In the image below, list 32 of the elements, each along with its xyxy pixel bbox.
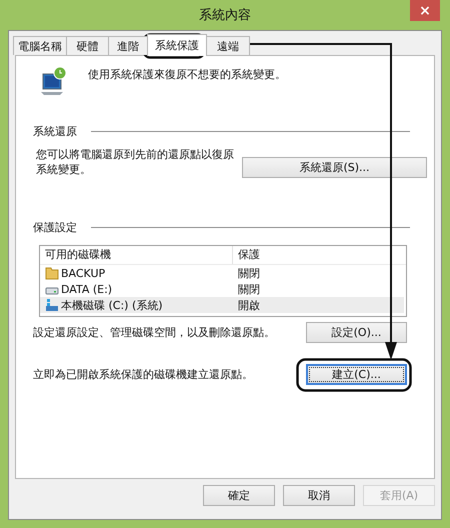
dialog-button[interactable]: 取消 xyxy=(283,485,355,506)
protection-status: 關閉 xyxy=(237,266,260,280)
create-button[interactable]: 建立(C)... xyxy=(306,364,407,385)
section-heading: 系統還原 xyxy=(33,124,77,139)
system-drive-icon xyxy=(45,298,59,312)
tab[interactable]: 進階 xyxy=(108,36,148,55)
system-restore-button[interactable]: 系統還原(S)... xyxy=(242,157,427,178)
dialog-button[interactable]: 確定 xyxy=(203,485,275,506)
tab[interactable]: 系統保護 xyxy=(147,34,207,56)
window-title: 系統內容 xyxy=(199,7,251,24)
description-text: 立即為已開啟系統保護的磁碟機建立還原點。 xyxy=(33,367,253,382)
section-heading: 保護設定 xyxy=(33,220,77,235)
folder-icon xyxy=(45,266,59,280)
column-header[interactable]: 保護 xyxy=(233,246,260,264)
description-text: 您可以將電腦還原到先前的還原點以復原系統變更。 xyxy=(36,147,235,177)
description-text: 設定還原設定、管理磁碟空間，以及刪除還原點。 xyxy=(33,325,275,340)
description-text: 使用系統保護來復原不想要的系統變更。 xyxy=(88,67,286,82)
protection-status: 關閉 xyxy=(237,282,260,296)
configure-button[interactable]: 設定(O)... xyxy=(306,322,407,343)
drive-row[interactable]: 本機磁碟 (C:) (系統) 開啟 xyxy=(40,297,404,313)
tab[interactable]: 遠端 xyxy=(206,36,250,55)
highlight-outline xyxy=(142,33,206,59)
drive-name: 本機磁碟 (C:) (系統) xyxy=(61,298,163,312)
close-button[interactable]: × xyxy=(410,0,440,21)
drive-name: BACKUP xyxy=(61,266,106,280)
column-header[interactable]: 可用的磁碟機 xyxy=(40,246,233,264)
drive-row[interactable]: BACKUP 關閉 xyxy=(40,265,404,281)
protection-status: 開啟 xyxy=(237,298,260,312)
computer-icon xyxy=(40,66,68,96)
tab[interactable]: 電腦名稱 xyxy=(13,36,67,55)
drive-name: DATA (E:) xyxy=(61,282,112,296)
drive-row[interactable]: DATA (E:) 關閉 xyxy=(40,281,404,297)
